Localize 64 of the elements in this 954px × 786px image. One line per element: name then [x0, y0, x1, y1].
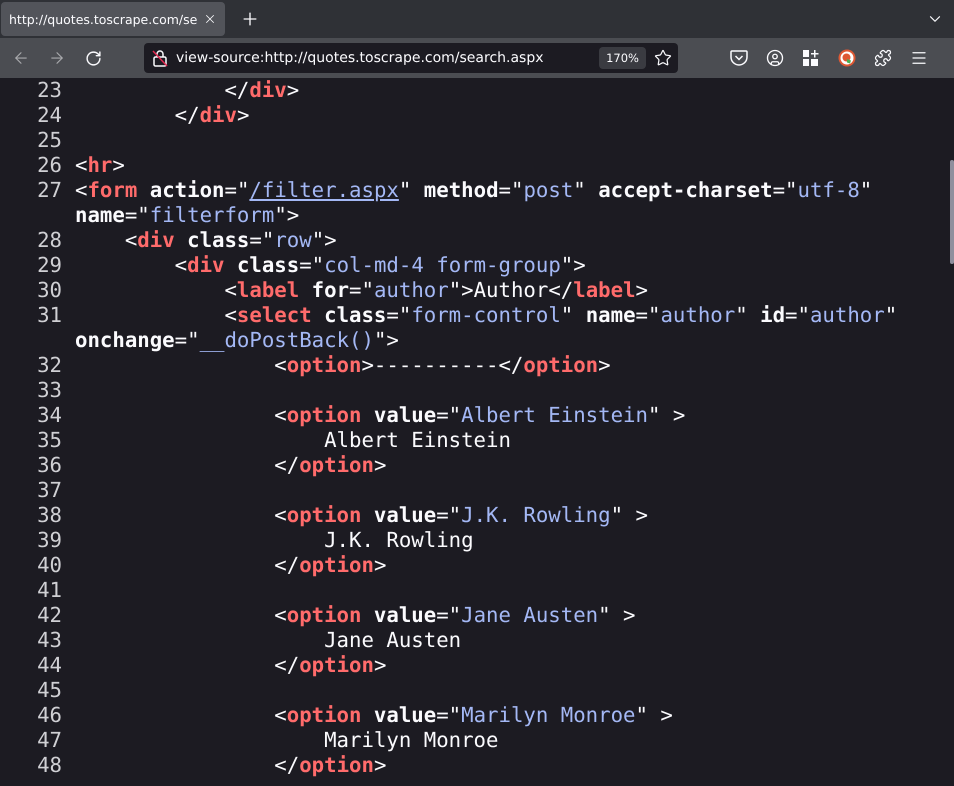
menu-icon[interactable]	[910, 49, 928, 67]
line-number: 31	[36, 303, 62, 329]
line-number: 41	[36, 578, 62, 603]
reload-icon[interactable]	[84, 50, 102, 66]
insecure-lock-icon[interactable]	[152, 49, 168, 67]
code-line: <option value="Albert Einstein" >	[273, 403, 686, 428]
zoom-button[interactable]: 170%	[599, 47, 646, 69]
line-number: 44	[36, 653, 62, 678]
address-bar[interactable]: view-source:http://quotes.toscrape.com/search.aspx 170%	[144, 43, 678, 73]
code-line: J.K. Rowling	[323, 528, 474, 553]
duck-logo-icon[interactable]	[838, 49, 856, 67]
line-number: 40	[36, 553, 62, 578]
code-line: </div>	[223, 78, 300, 103]
tab-title: http://quotes.toscrape.com/se	[9, 12, 198, 26]
line-number: 27	[36, 178, 62, 204]
line-number: 34	[36, 403, 62, 428]
pocket-icon[interactable]	[730, 50, 748, 66]
star-icon[interactable]	[654, 49, 672, 67]
code-line: <hr>	[75, 153, 125, 178]
line-number: 29	[36, 253, 62, 278]
puzzle-icon[interactable]	[874, 49, 892, 67]
code-line: Jane Austen	[323, 628, 462, 653]
code-line: <div class="col-md-4 form-group">	[174, 253, 586, 278]
line-number: 48	[36, 753, 62, 778]
code-line: onchange="__doPostBack()">	[75, 328, 399, 353]
line-number: 36	[36, 453, 62, 478]
line-number: 33	[36, 378, 62, 403]
code-line: name="filterform">	[75, 203, 300, 228]
account-icon[interactable]	[766, 49, 784, 67]
line-number: 24	[36, 103, 62, 128]
code-line: Marilyn Monroe	[323, 728, 498, 753]
code-line: <option value="Jane Austen" >	[273, 603, 636, 628]
browser-tab[interactable]: http://quotes.toscrape.com/se	[1, 2, 226, 36]
code-line: <option>----------</option>	[273, 353, 611, 378]
scrollbar-thumb[interactable]	[950, 160, 954, 264]
code-line: <option value="Marilyn Monroe" >	[273, 703, 673, 728]
line-number: 26	[36, 153, 62, 178]
code-line: </option>	[273, 453, 386, 478]
line-number: 47	[36, 728, 62, 753]
code-line: <select class="form-control" name="author" id="author"	[223, 303, 898, 328]
line-number: 37	[36, 478, 62, 503]
line-number: 35	[36, 428, 62, 453]
code-line: <label for="author">Author</label>	[223, 278, 648, 303]
line-number: 39	[36, 528, 62, 553]
line-number: 23	[36, 78, 62, 103]
line-number: 42	[36, 603, 62, 628]
code-line: Albert Einstein	[323, 428, 511, 453]
line-number: 30	[36, 278, 62, 303]
url-text: view-source:http://quotes.toscrape.com/search.aspx	[176, 50, 545, 66]
line-number: 25	[36, 128, 62, 153]
line-number: 43	[36, 628, 62, 653]
line-number: 28	[36, 228, 62, 253]
code-line: </option>	[273, 553, 386, 578]
code-line: <div class="row">	[124, 228, 337, 253]
code-line: <form action="/filter.aspx" method="post" accept-charset="utf-8"	[75, 178, 872, 203]
line-number: 45	[36, 678, 62, 703]
line-number: 46	[36, 703, 62, 728]
code-line: </option>	[273, 653, 386, 678]
line-number: 32	[36, 353, 62, 378]
grid-plus-icon[interactable]	[803, 50, 819, 66]
code-line: <option value="J.K. Rowling" >	[273, 503, 648, 528]
code-line: </option>	[273, 753, 386, 778]
line-number: 38	[36, 503, 62, 528]
code-line: </div>	[174, 103, 250, 128]
